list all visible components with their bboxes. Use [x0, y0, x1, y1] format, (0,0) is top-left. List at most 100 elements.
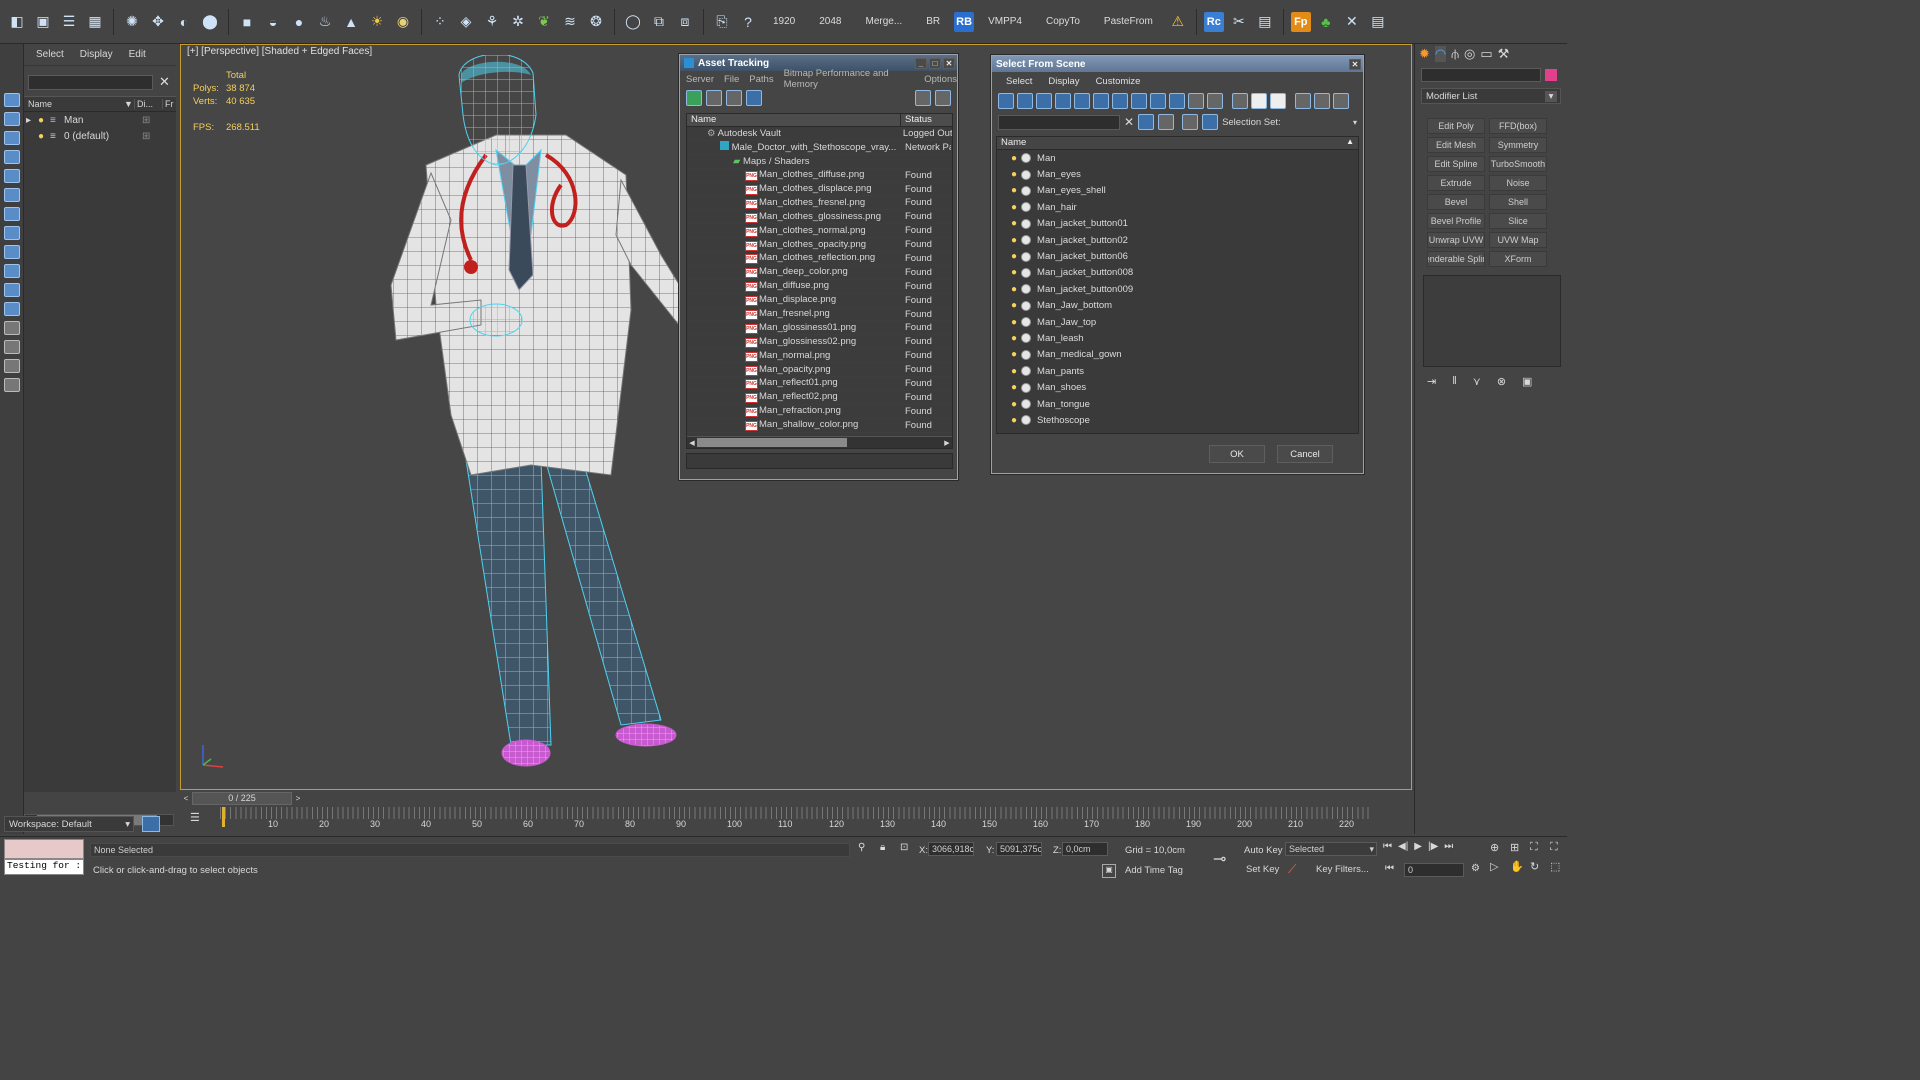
explorer-search-input[interactable] [28, 74, 153, 90]
layer-explorer-icon[interactable] [142, 816, 160, 832]
warning-icon[interactable]: ⚠ [1167, 11, 1189, 33]
list-item[interactable]: ● Man_jacket_button01 [1011, 216, 1358, 232]
modifier-button[interactable]: Bevel [1427, 194, 1485, 210]
go-to-end-icon[interactable]: ⏭ [1444, 841, 1453, 852]
z-coordinate-field[interactable]: 0,0cm [1062, 842, 1108, 856]
sphere-primitive-icon[interactable]: ● [288, 11, 310, 33]
scroll-left-icon[interactable]: ◀ [687, 439, 697, 447]
display-cameras-icon[interactable] [4, 188, 20, 202]
close-button[interactable]: ✕ [943, 57, 955, 69]
select-all-icon[interactable] [1232, 93, 1248, 109]
proxy-icon[interactable]: ◈ [455, 11, 477, 33]
table-row[interactable]: PNG Man_clothes_normal.png Found [687, 224, 952, 239]
key-selection-dropdown[interactable]: Selected ▾ [1285, 842, 1377, 856]
display-all-icon[interactable] [1017, 93, 1033, 109]
table-row[interactable]: PNG Man_glossiness01.png Found [687, 321, 952, 336]
light-bulb-icon[interactable]: ● [1011, 349, 1017, 360]
list-item[interactable]: ● Man_eyes_shell [1011, 183, 1358, 199]
menu-customize[interactable]: Customize [1096, 76, 1141, 87]
table-row-maps-folder[interactable]: ▰ Maps / Shaders [687, 155, 952, 169]
object-color-swatch[interactable] [1545, 69, 1557, 81]
modifier-button[interactable]: Symmetry [1489, 137, 1547, 153]
menu-display[interactable]: Display [1048, 76, 1079, 87]
table-row[interactable]: PNG Man_clothes_fresnel.png Found [687, 196, 952, 211]
freeze-icon[interactable]: ⊞ [142, 131, 150, 142]
light-bulb-icon[interactable]: ● [38, 131, 50, 142]
menu-options[interactable]: Options [924, 74, 957, 85]
render-setup-icon[interactable]: ▣ [32, 11, 54, 33]
copy-icon[interactable]: ⎘ [711, 11, 733, 33]
select-none-icon[interactable] [1251, 93, 1267, 109]
modifier-button[interactable]: XForm [1489, 251, 1547, 267]
column-name[interactable]: Name [24, 99, 124, 109]
menu-bitmap-performance[interactable]: Bitmap Performance and Memory [784, 68, 915, 90]
transform-icon[interactable]: ✥ [147, 11, 169, 33]
display-none-icon[interactable] [4, 93, 20, 107]
table-row[interactable]: PNG Man_reflect01.png Found [687, 377, 952, 391]
current-frame-field[interactable]: 0 [1404, 863, 1464, 877]
list-item[interactable]: ● Man_eyes [1011, 166, 1358, 182]
maximize-viewport-icon[interactable]: ⬚ [1550, 860, 1567, 873]
modifier-button[interactable]: Bevel Profile [1427, 213, 1485, 229]
set-key-button[interactable]: Set Key [1246, 864, 1279, 875]
table-row[interactable]: PNG Man_clothes_glossiness.png Found [687, 210, 952, 225]
copyto-button[interactable]: CopyTo [1036, 16, 1090, 27]
light-icon[interactable]: ✺ [121, 11, 143, 33]
light-bulb-icon[interactable]: ● [1011, 317, 1017, 328]
next-frame-icon[interactable]: > [292, 794, 304, 803]
select-from-scene-titlebar[interactable]: Select From Scene ✕ [992, 56, 1363, 72]
light-bulb-icon[interactable]: ● [1011, 366, 1017, 377]
display-spacewarps-icon[interactable] [1131, 93, 1147, 109]
fur-icon[interactable]: ⚘ [481, 11, 503, 33]
layer-manager-icon[interactable]: ☰ [58, 11, 80, 33]
light-bulb-icon[interactable]: ● [1011, 267, 1017, 278]
table-row[interactable]: PNG Man_refraction.png Found [687, 405, 952, 419]
column-status[interactable]: Status [901, 114, 932, 126]
scene-manager-icon[interactable]: ▦ [84, 11, 106, 33]
display-lights-icon[interactable] [4, 169, 20, 183]
auto-key-button[interactable]: Auto Key [1244, 845, 1283, 856]
hierarchy-icon[interactable] [1314, 93, 1330, 109]
display-helpers-icon[interactable] [1112, 93, 1128, 109]
orbit-icon[interactable]: ↻ [1530, 860, 1548, 873]
display-groups-icon[interactable] [4, 245, 20, 259]
light-bulb-icon[interactable]: ● [1011, 399, 1017, 410]
menu-paths[interactable]: Paths [749, 74, 773, 85]
list-item[interactable]: ● Man_leash [1011, 330, 1358, 346]
modifier-list-dropdown[interactable]: Modifier List ▾ [1421, 88, 1561, 104]
modifier-button[interactable]: TurboSmooth [1489, 156, 1547, 172]
column-frozen[interactable]: Fr [162, 99, 174, 109]
expand-icon[interactable]: ▸ [26, 115, 38, 126]
resolution-width-button[interactable]: 1920 [763, 16, 805, 27]
sort-icon[interactable]: ▼ [124, 99, 134, 109]
isolate-icon[interactable]: ⚲ [858, 842, 865, 853]
frame-buffer-icon[interactable]: ⧉ [648, 11, 670, 33]
time-tag-icon[interactable]: ▣ [1102, 864, 1116, 878]
list-item[interactable]: ● Man_tongue [1011, 396, 1358, 412]
render-icon[interactable]: ⧈ [674, 11, 696, 33]
table-row[interactable]: PNG Man_shallow_color.png Found [687, 419, 952, 433]
list-item[interactable]: ● Man_hair [1011, 199, 1358, 215]
light-bulb-icon[interactable]: ● [38, 115, 50, 126]
display-containers-icon[interactable] [4, 302, 20, 316]
box-primitive-icon[interactable]: ■ [236, 11, 258, 33]
display-shapes-icon[interactable] [4, 150, 20, 164]
explorer-menu-display[interactable]: Display [80, 49, 113, 60]
panel-icon[interactable]: ▤ [1367, 11, 1389, 33]
display-geometry-icon[interactable] [1036, 93, 1052, 109]
prev-frame-icon[interactable]: < [180, 794, 192, 803]
modifier-button[interactable]: enderable Splin [1427, 251, 1485, 267]
tab-hierarchy-icon[interactable]: ⫛ [1451, 46, 1459, 62]
display-lights-icon[interactable] [1074, 93, 1090, 109]
scatter-tools-icon[interactable]: ✕ [1341, 11, 1363, 33]
x-coordinate-field[interactable]: 3066,918c [928, 842, 974, 856]
display-none-icon[interactable] [998, 93, 1014, 109]
display-containers-icon[interactable] [1207, 93, 1223, 109]
modifier-button[interactable]: Extrude [1427, 175, 1485, 191]
menu-server[interactable]: Server [686, 74, 714, 85]
display-cameras-icon[interactable] [1093, 93, 1109, 109]
list-item[interactable]: ● Man_Jaw_top [1011, 314, 1358, 330]
remove-modifier-icon[interactable]: ⊗ [1497, 375, 1506, 388]
set-key-icon[interactable]: ⟋ [1288, 862, 1296, 877]
table-row[interactable]: PNG Man_displace.png Found [687, 294, 952, 308]
